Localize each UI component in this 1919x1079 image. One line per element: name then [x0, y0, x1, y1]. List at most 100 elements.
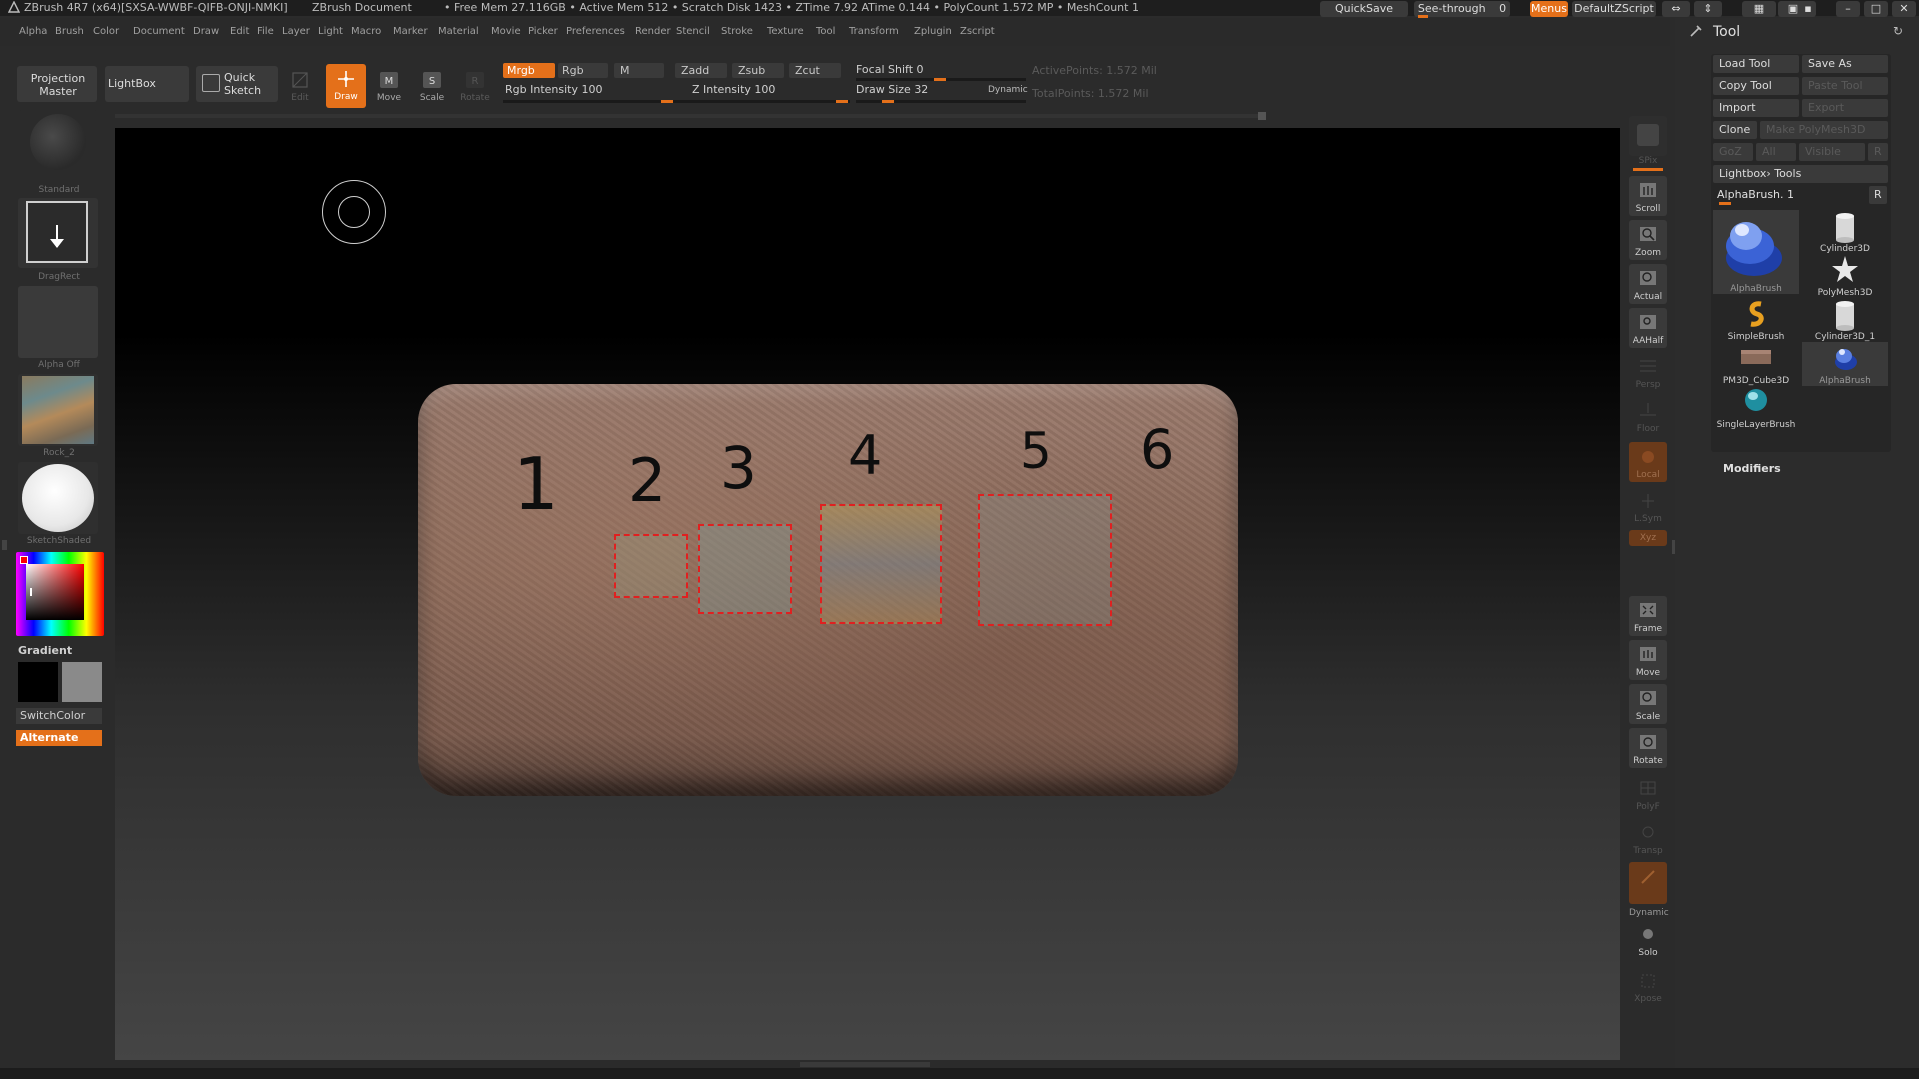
layout-icon[interactable]: ⇔	[1662, 1, 1690, 17]
menu-light[interactable]: Light	[318, 26, 343, 37]
tool-panel-title[interactable]: Tool	[1713, 24, 1740, 40]
alternate-button[interactable]: Alternate	[16, 730, 102, 746]
aahalf-button[interactable]: AAHalf	[1629, 308, 1667, 348]
zoom-button[interactable]: Zoom	[1629, 220, 1667, 260]
quick-sketch-button[interactable]: Quick Sketch	[196, 66, 278, 102]
dynamic-toggle[interactable]: Dynamic	[988, 85, 1028, 95]
menu-stencil[interactable]: Stencil	[676, 26, 710, 37]
rgb-intensity-slider[interactable]: Rgb Intensity 100	[505, 83, 602, 96]
menu-draw[interactable]: Draw	[193, 26, 219, 37]
minimize-icon[interactable]: –	[1836, 1, 1860, 17]
close-icon[interactable]: ✕	[1892, 1, 1916, 17]
menu-zscript[interactable]: Zscript	[960, 26, 995, 37]
projection-master-button[interactable]: Projection Master	[17, 66, 97, 102]
current-tool-r-button[interactable]: R	[1869, 186, 1887, 204]
color-saturation-square[interactable]	[26, 564, 84, 620]
spix-slider[interactable]	[1633, 168, 1663, 171]
rgb-button[interactable]: Rgb	[558, 63, 608, 78]
menu-render[interactable]: Render	[635, 26, 671, 37]
current-tool-slider[interactable]	[1719, 202, 1731, 205]
mrgb-button[interactable]: Mrgb	[503, 63, 555, 78]
canvas-hscroll-handle[interactable]	[1258, 112, 1266, 120]
import-button[interactable]: Import	[1713, 99, 1799, 117]
left-tray-toggle[interactable]	[2, 540, 13, 550]
menu-preferences[interactable]: Preferences	[566, 26, 625, 37]
z-intensity-slider[interactable]: Z Intensity 100	[692, 83, 775, 96]
refresh-icon[interactable]: ↻	[1893, 24, 1903, 38]
menu-layer[interactable]: Layer	[282, 26, 310, 37]
floor-button[interactable]: Floor	[1629, 396, 1667, 436]
solo-button[interactable]: Solo	[1629, 920, 1667, 960]
rotate-button[interactable]: R Rotate	[457, 66, 493, 108]
stroke-selector[interactable]	[18, 198, 98, 268]
bpr-button[interactable]	[1629, 116, 1667, 156]
quicksave-button[interactable]: QuickSave	[1320, 1, 1408, 17]
polyf-button[interactable]: PolyF	[1629, 774, 1667, 814]
menu-movie[interactable]: Movie	[491, 26, 521, 37]
rgb-intensity-track[interactable]	[503, 100, 675, 103]
transp-button[interactable]: Transp	[1629, 818, 1667, 858]
tool-tile-cylinder3d[interactable]: Cylinder3D	[1802, 210, 1888, 254]
menu-stroke[interactable]: Stroke	[721, 26, 753, 37]
frame-button[interactable]: Frame	[1629, 596, 1667, 636]
menu-transform[interactable]: Transform	[849, 26, 899, 37]
current-tool-name[interactable]: AlphaBrush. 1	[1717, 188, 1794, 201]
zadd-button[interactable]: Zadd	[675, 63, 727, 78]
menu-zplugin[interactable]: Zplugin	[914, 26, 952, 37]
edit-button[interactable]: Edit	[285, 66, 315, 108]
scroll-button[interactable]: Scroll	[1629, 176, 1667, 216]
tool-tile-singlelayerbrush[interactable]: SingleLayerBrush	[1713, 386, 1799, 430]
focal-shift-slider[interactable]: Focal Shift 0	[856, 63, 924, 76]
menu-material[interactable]: Material	[438, 26, 479, 37]
copy-tool-button[interactable]: Copy Tool	[1713, 77, 1799, 95]
texture-selector[interactable]	[18, 374, 98, 446]
spix-label[interactable]: SPix	[1629, 156, 1667, 166]
xyz-button[interactable]: Xyz	[1629, 530, 1667, 546]
tool-tile-alphabrush[interactable]: AlphaBrush	[1802, 342, 1888, 386]
menu-tool[interactable]: Tool	[816, 26, 835, 37]
local-button[interactable]: Local	[1629, 442, 1667, 482]
lightbox-button[interactable]: LightBox	[105, 66, 189, 102]
tool-tile-alphabrush-large[interactable]: AlphaBrush	[1713, 210, 1799, 294]
lightbox-tools-button[interactable]: Lightbox› Tools	[1713, 165, 1888, 183]
tool-tile-polymesh3d[interactable]: PolyMesh3D	[1802, 254, 1888, 298]
lsym-button[interactable]: L.Sym	[1629, 486, 1667, 526]
menu-document[interactable]: Document	[133, 26, 185, 37]
default-zscript-button[interactable]: DefaultZScript	[1572, 1, 1656, 17]
tool-tile-simplebrush[interactable]: SimpleBrush	[1713, 298, 1799, 342]
see-through-slider[interactable]: See-through 0	[1414, 1, 1510, 17]
m-button[interactable]: M	[614, 63, 664, 78]
menu-alpha[interactable]: Alpha	[19, 26, 47, 37]
main-color-swatch[interactable]	[18, 662, 58, 702]
clone-button[interactable]: Clone	[1713, 121, 1757, 139]
document-canvas[interactable]: 1 2 3 4 5 6	[115, 128, 1620, 1060]
gradient-label[interactable]: Gradient	[18, 644, 72, 657]
rock-brick-mesh[interactable]: 1 2 3 4 5 6	[418, 384, 1238, 796]
load-tool-button[interactable]: Load Tool	[1713, 55, 1799, 73]
colors-icon[interactable]: ▦	[1742, 1, 1776, 17]
goz-r-button[interactable]: R	[1868, 143, 1888, 161]
maximize-icon[interactable]: □	[1864, 1, 1888, 17]
draw-button[interactable]: Draw	[326, 64, 366, 108]
switchcolor-button[interactable]: SwitchColor	[16, 708, 102, 724]
menu-edit[interactable]: Edit	[230, 26, 249, 37]
actual-button[interactable]: Actual	[1629, 264, 1667, 304]
zcut-button[interactable]: Zcut	[789, 63, 841, 78]
menu-macro[interactable]: Macro	[351, 26, 381, 37]
color-picker[interactable]	[16, 552, 104, 636]
move-button[interactable]: M Move	[371, 66, 407, 108]
menus-button[interactable]: Menus	[1530, 1, 1568, 17]
lock-icon[interactable]: ▪	[1800, 1, 1816, 17]
export-button[interactable]: Export	[1802, 99, 1888, 117]
z-intensity-track[interactable]	[675, 100, 850, 103]
move-view-button[interactable]: Move	[1629, 640, 1667, 680]
xpose-button[interactable]: Xpose	[1629, 966, 1667, 1006]
rotate-view-button[interactable]: Rotate	[1629, 728, 1667, 768]
menu-texture[interactable]: Texture	[767, 26, 804, 37]
scale-view-button[interactable]: Scale	[1629, 684, 1667, 724]
persp-button[interactable]: Persp	[1629, 352, 1667, 392]
modifiers-section[interactable]: Modifiers	[1723, 462, 1781, 475]
canvas-bottom-handle[interactable]	[800, 1062, 930, 1067]
all-button[interactable]: All	[1756, 143, 1796, 161]
tool-tile-cylinder3d-1[interactable]: Cylinder3D_1	[1802, 298, 1888, 342]
